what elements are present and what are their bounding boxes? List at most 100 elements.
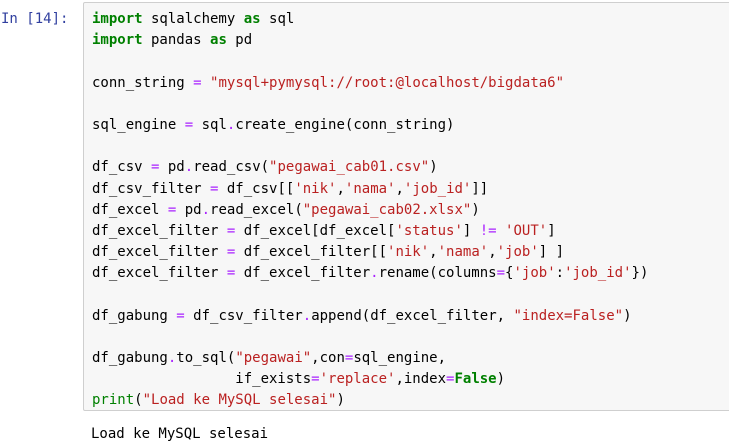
code-token: df_excel <box>92 201 168 218</box>
code-token: ) <box>496 371 506 388</box>
code-cell-input[interactable]: import sqlalchemy as sql import pandas as… <box>83 2 729 411</box>
code-line: df_excel_filter = df_excel_filter[['nik'… <box>92 242 648 263</box>
code-line: import pandas as pd <box>92 30 648 51</box>
cell-output: Load ke MySQL selesai <box>91 426 269 442</box>
code-token: 'nama' <box>437 244 489 261</box>
code-token: df_excel_filter <box>235 265 371 282</box>
code-token: ) <box>429 159 438 176</box>
code-token: sqlalchemy <box>142 11 244 27</box>
code-token: 'nik' <box>387 244 430 261</box>
code-line: df_gabung.to_sql("pegawai",con=sql_engin… <box>92 348 648 369</box>
code-line: df_csv = pd.read_csv("pegawai_cab01.csv"… <box>92 157 648 178</box>
code-token: , <box>395 180 404 197</box>
code-token: 'job' <box>513 265 556 282</box>
code-token: 'nik' <box>294 180 337 197</box>
code-token: }) <box>631 265 649 282</box>
code-token: sql <box>260 11 295 27</box>
code-token: ,con <box>311 350 345 366</box>
code-token: df_gabung <box>92 350 168 366</box>
code-token: . <box>201 201 211 218</box>
code-token: read_csv( <box>193 159 270 176</box>
code-token: = <box>193 74 202 91</box>
code-token: ) <box>623 307 632 324</box>
code-line: df_gabung = df_csv_filter.append(df_exce… <box>92 306 648 327</box>
code-line: conn_string = "mysql+pymysql://root:@loc… <box>92 73 648 94</box>
code-token: ] <box>547 222 556 239</box>
code-token: = <box>176 307 185 324</box>
code-token: rename(columns <box>378 265 497 282</box>
code-token: "Load ke MySQL selesai" <box>142 392 337 409</box>
code-token: , <box>429 244 438 261</box>
code-line: print("Load ke MySQL selesai") <box>92 390 648 411</box>
code-token: sql_engine <box>92 116 185 133</box>
code-token: 'replace' <box>319 371 396 388</box>
code-token: . <box>184 159 194 176</box>
code-token: "pegawai_cab02.xlsx" <box>302 201 472 218</box>
code-token: create_engine(conn_string) <box>235 116 455 133</box>
code-token: , <box>336 180 345 197</box>
code-token: 'job_id' <box>403 180 472 197</box>
code-token: False <box>454 371 497 388</box>
code-line: df_excel_filter = df_excel_filter.rename… <box>92 263 648 284</box>
code-token: : <box>555 265 565 282</box>
code-token: df_excel_filter <box>92 244 227 261</box>
code-token: sql <box>193 116 227 133</box>
code-token: df_csv_filter <box>184 307 303 324</box>
code-token: ) <box>471 201 480 218</box>
input-prompt: In [14]: <box>1 11 69 27</box>
code-token: sql_engine, <box>353 350 447 366</box>
code-token: if_exists <box>92 371 312 388</box>
code-editor[interactable]: import sqlalchemy as sql import pandas as… <box>92 9 648 412</box>
code-token: pd <box>226 32 253 49</box>
code-line: df_excel = pd.read_excel("pegawai_cab02.… <box>92 200 648 221</box>
code-token: "pegawai_cab01.csv" <box>269 159 430 176</box>
code-line: df_csv_filter = df_csv[['nik','nama','jo… <box>92 179 648 200</box>
code-token: ] <box>462 222 480 239</box>
code-token: df_gabung <box>92 307 177 324</box>
code-token: df_excel_filter <box>92 265 227 282</box>
code-token: as <box>243 11 261 27</box>
code-token: ]] <box>471 180 489 197</box>
code-token: . <box>302 307 312 324</box>
code-token: import <box>92 11 143 27</box>
code-line: import sqlalchemy as sql <box>92 9 648 30</box>
code-token: . <box>370 265 379 282</box>
code-token: = <box>311 371 320 388</box>
code-line: df_excel_filter = df_excel[df_excel['sta… <box>92 221 648 242</box>
code-token: df_excel_filter[[ <box>235 244 388 261</box>
code-token: as <box>210 32 227 49</box>
code-token: != <box>479 222 497 239</box>
code-token: ( <box>134 392 143 409</box>
code-token: df_csv_filter <box>92 180 211 197</box>
code-token: to_sql( <box>176 350 236 366</box>
code-token: pd <box>176 201 202 218</box>
code-token: df_csv <box>92 159 152 176</box>
code-token: "mysql+pymysql://root:@localhost/bigdata… <box>210 74 565 91</box>
code-line: sql_engine = sql.create_engine(conn_stri… <box>92 115 648 136</box>
code-token: , <box>488 244 497 261</box>
code-token: 'status' <box>395 222 463 239</box>
code-token: 'OUT' <box>505 222 548 239</box>
code-token: df_excel[df_excel[ <box>235 222 396 239</box>
code-token: conn_string <box>92 74 194 91</box>
code-token: read_excel( <box>210 201 303 218</box>
code-token: df_csv[[ <box>218 180 295 197</box>
code-token: = <box>496 265 506 282</box>
code-token: "pegawai" <box>235 350 312 366</box>
code-token: ) <box>336 392 345 409</box>
code-token: 'job_id' <box>564 265 632 282</box>
code-token: import <box>92 32 143 49</box>
code-token: = <box>184 116 194 133</box>
code-token: ,index <box>395 371 447 388</box>
code-token: append(df_excel_filter, <box>311 307 514 324</box>
code-token: pandas <box>142 32 211 49</box>
code-line: if_exists='replace',index=False) <box>92 369 648 390</box>
code-token: 'job' <box>496 244 539 261</box>
